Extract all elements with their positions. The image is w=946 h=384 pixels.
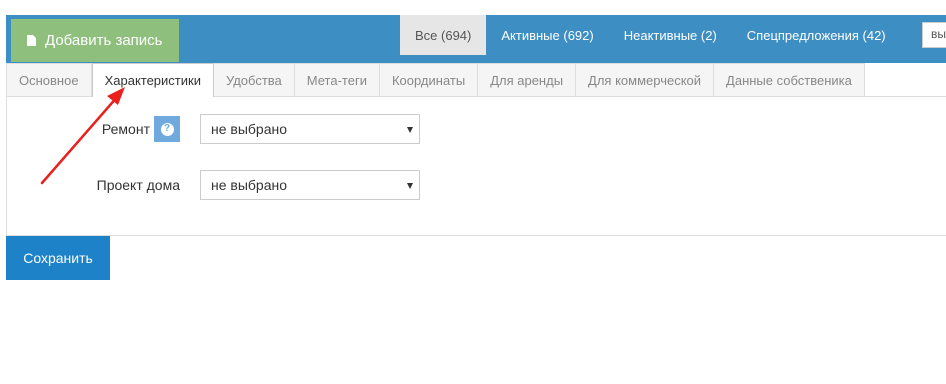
caret-down-icon xyxy=(407,127,413,133)
tab-rent[interactable]: Для аренды xyxy=(478,63,577,96)
tab-commercial[interactable]: Для коммерческой xyxy=(576,63,715,96)
tab-label: Удобства xyxy=(225,72,282,88)
tab-label: Координаты xyxy=(391,72,466,88)
tab-label: Для аренды xyxy=(490,72,564,88)
toolbar: Добавить запись Все (694) Активные (692)… xyxy=(6,15,946,63)
search-input[interactable]: вы xyxy=(922,22,946,48)
tab-characteristics[interactable]: Характеристики xyxy=(91,63,214,97)
form-tabs: Основное Характеристики Удобства Мета-те… xyxy=(7,63,946,97)
repair-label: Ремонт xyxy=(101,121,150,137)
tab-meta-tags[interactable]: Мета-теги xyxy=(294,63,380,96)
tab-owner-data[interactable]: Данные собственика xyxy=(714,63,865,96)
page: Добавить запись Все (694) Активные (692)… xyxy=(0,0,946,384)
help-button[interactable]: ? xyxy=(154,116,180,142)
tab-amenities[interactable]: Удобства xyxy=(213,63,295,96)
filter-label: Все (694) xyxy=(415,27,472,43)
tab-label: Данные собственика xyxy=(726,72,852,88)
filter-active[interactable]: Активные (692) xyxy=(486,15,608,55)
repair-row: Ремонт ? не выбрано xyxy=(7,114,507,144)
filter-label: Активные (692) xyxy=(501,27,594,43)
repair-select-value: не выбрано xyxy=(211,121,288,137)
project-select[interactable]: не выбрано xyxy=(200,170,420,200)
filter-special-offers[interactable]: Спецпредложения (42) xyxy=(732,15,901,55)
add-record-label: Добавить запись xyxy=(45,32,163,49)
filter-all[interactable]: Все (694) xyxy=(400,15,487,55)
tab-label: Для коммерческой xyxy=(588,72,702,88)
add-record-button[interactable]: Добавить запись xyxy=(11,19,179,62)
filter-inactive[interactable]: Неактивные (2) xyxy=(609,15,732,55)
save-button[interactable]: Сохранить xyxy=(6,236,110,280)
filter-label: Неактивные (2) xyxy=(623,27,717,43)
project-label: Проект дома xyxy=(96,177,180,193)
save-label: Сохранить xyxy=(23,250,93,266)
tab-general[interactable]: Основное xyxy=(7,63,92,96)
tab-label: Мета-теги xyxy=(306,72,367,88)
question-icon: ? xyxy=(160,122,174,136)
filter-tabs: Все (694) Активные (692) Неактивные (2) … xyxy=(400,15,901,63)
tab-coordinates[interactable]: Координаты xyxy=(379,63,479,96)
repair-select[interactable]: не выбрано xyxy=(200,114,420,144)
project-row: Проект дома не выбрано xyxy=(7,170,507,200)
file-icon xyxy=(27,35,36,46)
tab-label: Характеристики xyxy=(104,73,201,88)
caret-down-icon xyxy=(407,183,413,189)
filter-label: Спецпредложения (42) xyxy=(746,27,886,43)
edit-panel: Основное Характеристики Удобства Мета-те… xyxy=(6,63,946,236)
tab-label: Основное xyxy=(19,72,79,88)
project-select-value: не выбрано xyxy=(211,177,288,193)
